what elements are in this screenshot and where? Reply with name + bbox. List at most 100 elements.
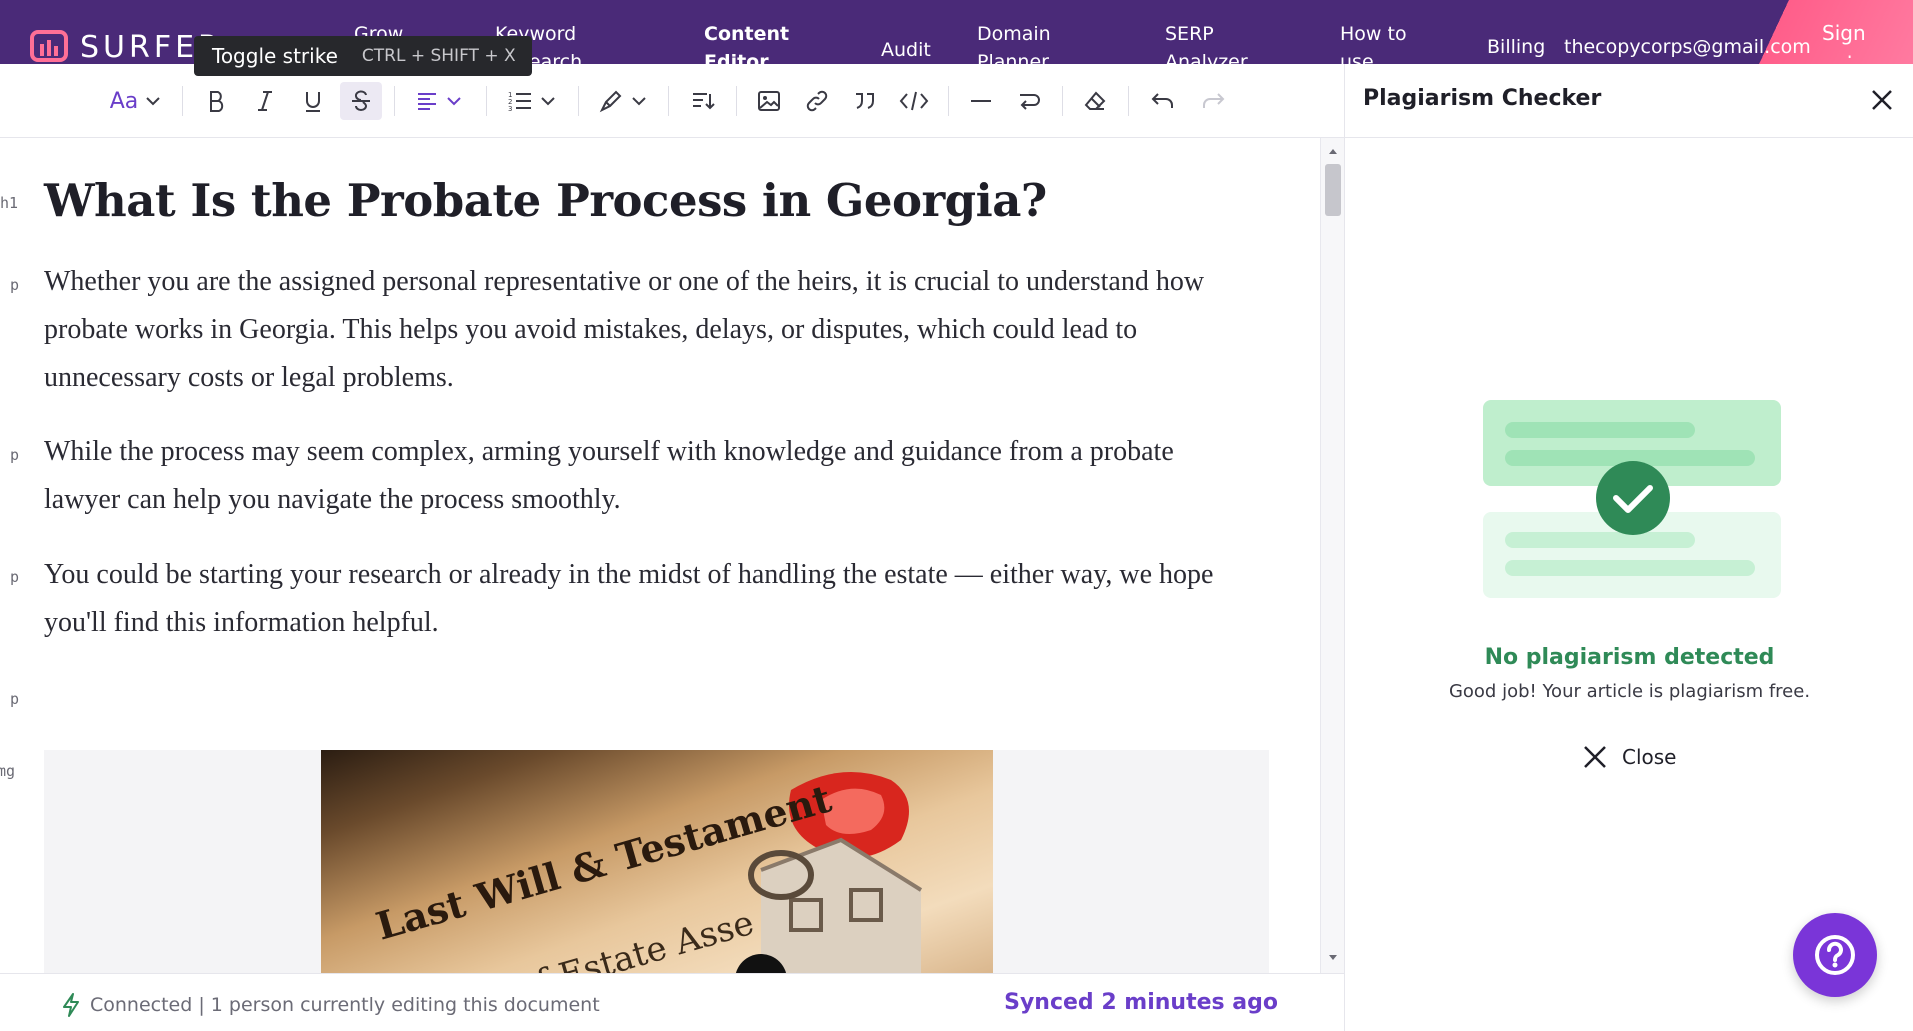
eraser-icon — [1084, 91, 1106, 110]
will-testament-photo: Last Will & Testament of Estate Asse — [321, 750, 993, 973]
plagiarism-panel: Plagiarism Checker No plagiarism detecte… — [1344, 64, 1913, 1031]
connection-text: Connected | 1 person currently editing t… — [90, 994, 600, 1016]
toggle-strike-tooltip: Toggle strike CTRL + SHIFT + X — [194, 36, 532, 76]
chevron-down-icon — [541, 97, 555, 106]
result-subtitle: Good job! Your article is plagiarism fre… — [1448, 681, 1811, 702]
check-circle-icon — [1596, 461, 1670, 535]
strikethrough-icon — [352, 90, 370, 111]
bold-icon — [210, 91, 224, 112]
photo-text-line2: of Estate Asse — [512, 903, 758, 973]
chevron-down-icon — [632, 97, 646, 106]
nav-audit[interactable]: Audit — [881, 36, 931, 64]
return-icon — [1020, 94, 1040, 110]
panel-close-button[interactable]: Close — [1582, 744, 1676, 770]
list-dropdown[interactable]: 123 — [500, 82, 564, 120]
question-icon — [1815, 935, 1855, 975]
editor-scrollbar[interactable] — [1320, 138, 1344, 973]
link-icon — [806, 90, 828, 112]
align-dropdown[interactable] — [406, 82, 472, 120]
nav-domain-planner[interactable]: Domain Planner — [977, 20, 1067, 64]
toolbar-divider — [578, 86, 579, 116]
underline-icon — [306, 92, 320, 112]
code-button[interactable] — [894, 82, 934, 120]
clear-format-button[interactable] — [1076, 82, 1114, 120]
sign-out-button[interactable]: Sign out — [1822, 18, 1882, 58]
horizontal-rule-icon — [971, 100, 991, 102]
app-root: SURFER Grow Keyword Research Content Edi… — [0, 0, 1913, 1031]
block-tag-p: p — [10, 690, 20, 708]
block-tag-h1: h1 — [0, 194, 19, 212]
toolbar-divider — [1062, 86, 1063, 116]
bold-button[interactable] — [198, 82, 236, 120]
chevron-down-icon — [146, 97, 160, 106]
nav-serp-analyzer[interactable]: SERP Analyzer — [1165, 20, 1265, 64]
hard-break-button[interactable] — [1010, 82, 1048, 120]
panel-header: Plagiarism Checker — [1345, 64, 1913, 138]
account-email[interactable]: thecopycorps@gmail.com — [1564, 36, 1811, 58]
code-icon — [899, 91, 929, 111]
surfer-logo-icon — [30, 30, 68, 62]
nav-content-editor[interactable]: Content Editor — [704, 20, 794, 64]
nav-how-to-use[interactable]: How to use — [1340, 20, 1420, 64]
highlight-dropdown[interactable] — [590, 82, 656, 120]
undo-button[interactable] — [1144, 82, 1182, 120]
quote-icon — [856, 93, 874, 109]
italic-button[interactable] — [246, 82, 284, 120]
redo-button[interactable] — [1194, 82, 1232, 120]
text-style-label: Aa — [109, 88, 139, 114]
nav-billing[interactable]: Billing — [1487, 36, 1545, 58]
close-label: Close — [1622, 745, 1677, 769]
underline-button[interactable] — [294, 82, 332, 120]
close-icon — [1584, 746, 1606, 768]
block-tag-p: p — [10, 568, 20, 586]
align-left-icon — [418, 93, 436, 110]
paragraph-3[interactable]: You could be starting your research or a… — [44, 551, 1244, 647]
block-tag-p: p — [10, 276, 20, 294]
chevron-down-icon — [447, 97, 461, 106]
toolbar-divider — [182, 86, 183, 116]
toolbar-divider — [948, 86, 949, 116]
status-bar: Connected | 1 person currently editing t… — [0, 973, 1344, 1031]
toolbar-divider — [668, 86, 669, 116]
paragraph-2[interactable]: While the process may seem complex, armi… — [44, 428, 1244, 524]
scroll-up-arrow-icon[interactable] — [1321, 144, 1345, 158]
connection-status: Connected | 1 person currently editing t… — [60, 992, 600, 1018]
close-icon[interactable] — [1868, 86, 1896, 114]
article-heading[interactable]: What Is the Probate Process in Georgia? — [44, 174, 1047, 227]
svg-text:3: 3 — [508, 105, 512, 112]
undo-icon — [1151, 93, 1173, 108]
sync-status: Synced 2 minutes ago — [1004, 990, 1278, 1015]
paragraph-1[interactable]: Whether you are the assigned personal re… — [44, 258, 1244, 402]
photo-illustration: Last Will & Testament of Estate Asse — [371, 772, 923, 973]
editor-content[interactable]: h1 What Is the Probate Process in Georgi… — [0, 138, 1320, 973]
insert-image-button[interactable] — [750, 82, 788, 120]
block-tag-img: img — [0, 762, 16, 780]
tooltip-shortcut: CTRL + SHIFT + X — [361, 46, 516, 66]
scroll-down-arrow-icon[interactable] — [1321, 951, 1345, 965]
tooltip-label: Toggle strike — [212, 44, 338, 68]
no-plagiarism-illustration — [1483, 400, 1781, 598]
result-title: No plagiarism detected — [1484, 645, 1775, 670]
scroll-thumb[interactable] — [1325, 164, 1341, 216]
text-style-dropdown[interactable]: Aa — [104, 82, 168, 120]
toolbar-divider — [1128, 86, 1129, 116]
toolbar-divider — [394, 86, 395, 116]
toolbar-divider — [736, 86, 737, 116]
redo-icon — [1203, 93, 1225, 108]
sort-lines-icon — [693, 93, 715, 110]
lightning-icon — [63, 993, 79, 1017]
insert-link-button[interactable] — [798, 82, 836, 120]
highlighter-icon — [599, 90, 622, 113]
line-height-button[interactable] — [684, 82, 722, 120]
block-tag-p: p — [10, 446, 20, 464]
toolbar-divider — [486, 86, 487, 116]
panel-title: Plagiarism Checker — [1363, 86, 1602, 111]
ordered-list-icon: 123 — [508, 91, 531, 112]
image-block[interactable]: Last Will & Testament of Estate Asse — [44, 750, 1269, 973]
image-icon — [758, 91, 780, 111]
help-button[interactable] — [1793, 913, 1877, 997]
italic-icon — [258, 91, 272, 111]
strikethrough-button[interactable] — [340, 82, 382, 120]
horizontal-rule-button[interactable] — [962, 82, 1000, 120]
blockquote-button[interactable] — [846, 82, 884, 120]
